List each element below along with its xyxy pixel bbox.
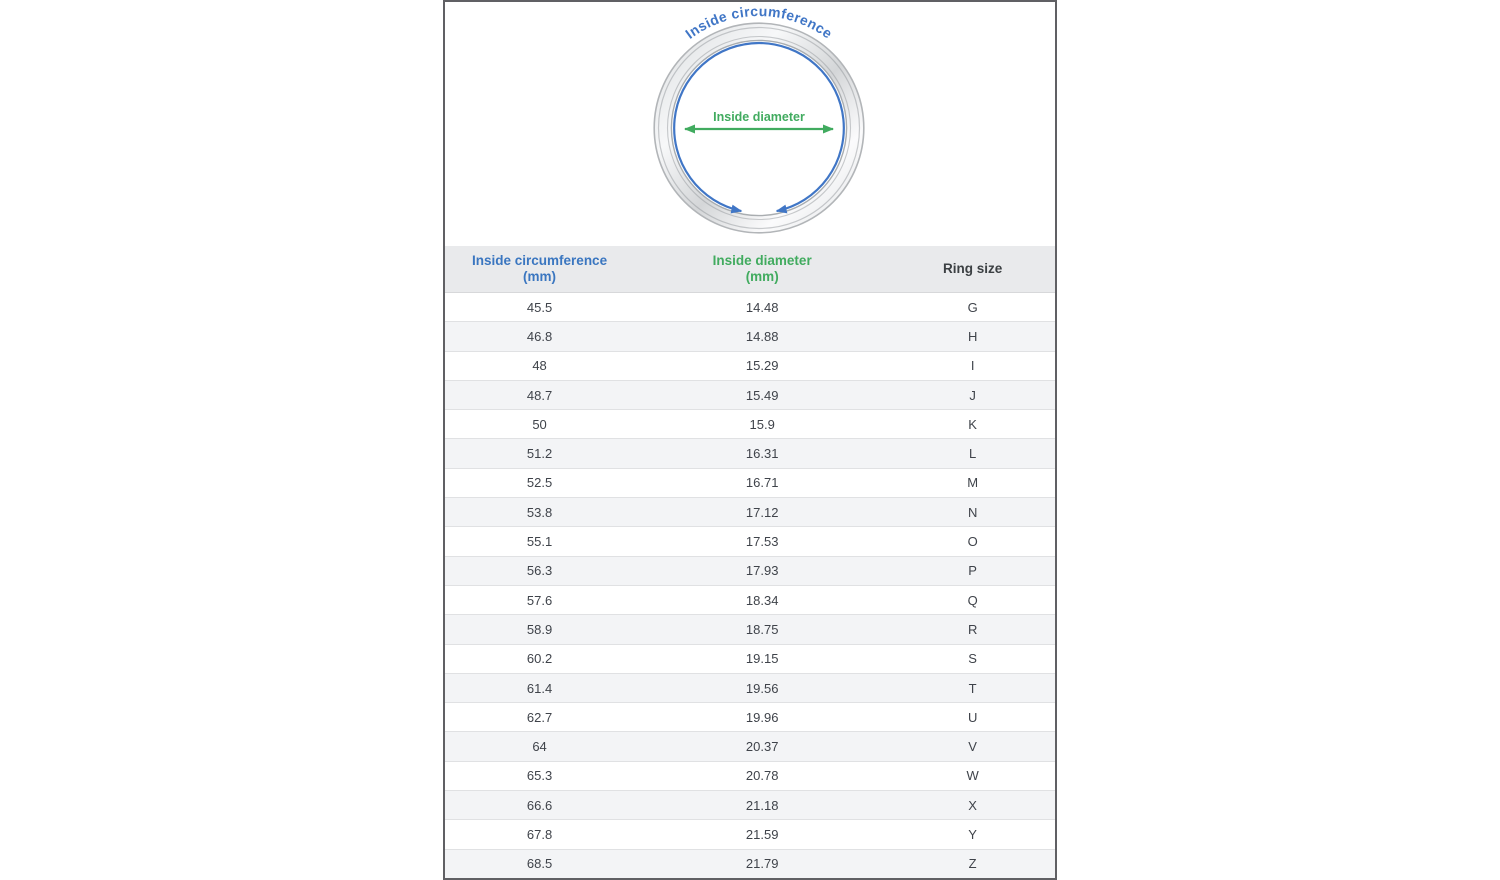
cell-inside-diameter: 19.56 <box>634 673 890 702</box>
cell-inside-diameter: 19.96 <box>634 703 890 732</box>
cell-inside-diameter: 17.12 <box>634 498 890 527</box>
table-row: 61.4 19.56 T <box>445 673 1055 702</box>
cell-inside-circumference: 55.1 <box>445 527 634 556</box>
cell-inside-diameter: 17.93 <box>634 556 890 585</box>
table-row: 53.8 17.12 N <box>445 498 1055 527</box>
cell-inside-circumference: 48.7 <box>445 380 634 409</box>
cell-inside-diameter: 21.79 <box>634 849 890 878</box>
cell-inside-circumference: 53.8 <box>445 498 634 527</box>
cell-inside-diameter: 16.31 <box>634 439 890 468</box>
cell-ring-size: U <box>890 703 1055 732</box>
cell-inside-circumference: 64 <box>445 732 634 761</box>
table-header-row: Inside circumference (mm) Inside diamete… <box>445 246 1055 293</box>
table-body: 45.5 14.48 G 46.8 14.88 H 48 15.29 I 48.… <box>445 293 1055 879</box>
cell-inside-diameter: 14.88 <box>634 322 890 351</box>
table-row: 45.5 14.48 G <box>445 293 1055 322</box>
cell-inside-diameter: 16.71 <box>634 468 890 497</box>
cell-inside-diameter: 14.48 <box>634 293 890 322</box>
cell-inside-diameter: 18.75 <box>634 615 890 644</box>
table-row: 65.3 20.78 W <box>445 761 1055 790</box>
cell-ring-size: S <box>890 644 1055 673</box>
cell-ring-size: K <box>890 410 1055 439</box>
cell-ring-size: V <box>890 732 1055 761</box>
cell-ring-size: L <box>890 439 1055 468</box>
cell-inside-circumference: 56.3 <box>445 556 634 585</box>
cell-inside-diameter: 17.53 <box>634 527 890 556</box>
cell-inside-circumference: 48 <box>445 351 634 380</box>
cell-ring-size: Q <box>890 585 1055 614</box>
table-row: 68.5 21.79 Z <box>445 849 1055 878</box>
cell-inside-circumference: 57.6 <box>445 585 634 614</box>
cell-ring-size: H <box>890 322 1055 351</box>
cell-inside-diameter: 21.18 <box>634 791 890 820</box>
cell-inside-circumference: 51.2 <box>445 439 634 468</box>
cell-ring-size: W <box>890 761 1055 790</box>
table-row: 46.8 14.88 H <box>445 322 1055 351</box>
cell-inside-diameter: 15.9 <box>634 410 890 439</box>
table-row: 57.6 18.34 Q <box>445 585 1055 614</box>
cell-ring-size: G <box>890 293 1055 322</box>
table-row: 52.5 16.71 M <box>445 468 1055 497</box>
cell-inside-diameter: 20.37 <box>634 732 890 761</box>
cell-ring-size: O <box>890 527 1055 556</box>
cell-ring-size: T <box>890 673 1055 702</box>
cell-inside-circumference: 61.4 <box>445 673 634 702</box>
table-row: 56.3 17.93 P <box>445 556 1055 585</box>
cell-ring-size: J <box>890 380 1055 409</box>
cell-inside-diameter: 18.34 <box>634 585 890 614</box>
diameter-label: Inside diameter <box>713 110 805 124</box>
cell-inside-circumference: 60.2 <box>445 644 634 673</box>
cell-inside-circumference: 46.8 <box>445 322 634 351</box>
table-row: 60.2 19.15 S <box>445 644 1055 673</box>
cell-inside-circumference: 50 <box>445 410 634 439</box>
table-row: 50 15.9 K <box>445 410 1055 439</box>
cell-inside-circumference: 65.3 <box>445 761 634 790</box>
cell-inside-circumference: 66.6 <box>445 791 634 820</box>
header-ring-size: Ring size <box>890 246 1055 293</box>
cell-ring-size: Y <box>890 820 1055 849</box>
cell-inside-circumference: 68.5 <box>445 849 634 878</box>
cell-inside-circumference: 58.9 <box>445 615 634 644</box>
circumference-arc <box>674 43 844 211</box>
table-row: 48 15.29 I <box>445 351 1055 380</box>
cell-inside-diameter: 15.49 <box>634 380 890 409</box>
table-row: 48.7 15.49 J <box>445 380 1055 409</box>
table-row: 51.2 16.31 L <box>445 439 1055 468</box>
header-inside-diameter: Inside diameter (mm) <box>634 246 890 293</box>
table-row: 67.8 21.59 Y <box>445 820 1055 849</box>
cell-inside-diameter: 20.78 <box>634 761 890 790</box>
cell-inside-circumference: 67.8 <box>445 820 634 849</box>
content-frame: Inside diameter Inside circumference Ins… <box>443 0 1057 880</box>
ring-size-table: Inside circumference (mm) Inside diamete… <box>445 246 1055 879</box>
cell-ring-size: P <box>890 556 1055 585</box>
header-inside-circumference: Inside circumference (mm) <box>445 246 634 293</box>
ring-diagram-svg: Inside diameter Inside circumference <box>445 2 1055 246</box>
table-row: 66.6 21.18 X <box>445 791 1055 820</box>
cell-ring-size: N <box>890 498 1055 527</box>
cell-ring-size: X <box>890 791 1055 820</box>
cell-ring-size: I <box>890 351 1055 380</box>
cell-ring-size: R <box>890 615 1055 644</box>
cell-ring-size: M <box>890 468 1055 497</box>
cell-ring-size: Z <box>890 849 1055 878</box>
table-row: 64 20.37 V <box>445 732 1055 761</box>
cell-inside-diameter: 15.29 <box>634 351 890 380</box>
cell-inside-diameter: 19.15 <box>634 644 890 673</box>
table-row: 62.7 19.96 U <box>445 703 1055 732</box>
cell-inside-diameter: 21.59 <box>634 820 890 849</box>
cell-inside-circumference: 62.7 <box>445 703 634 732</box>
cell-inside-circumference: 52.5 <box>445 468 634 497</box>
table-row: 58.9 18.75 R <box>445 615 1055 644</box>
table-row: 55.1 17.53 O <box>445 527 1055 556</box>
ring-diagram: Inside diameter Inside circumference <box>445 2 1055 246</box>
cell-inside-circumference: 45.5 <box>445 293 634 322</box>
